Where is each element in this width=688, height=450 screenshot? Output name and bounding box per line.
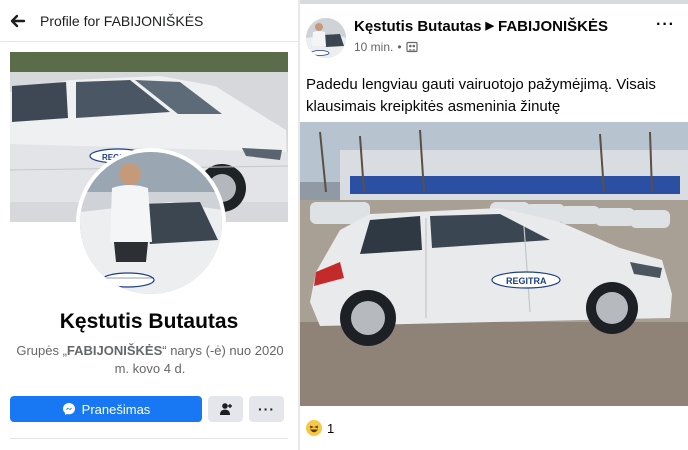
- section-divider: [10, 438, 288, 439]
- triangle-right-icon: ▶: [485, 20, 494, 32]
- post-meta: 10 min. •: [354, 40, 418, 54]
- reaction-count: 1: [327, 420, 335, 436]
- profile-picture-image: [80, 152, 222, 294]
- group-membership-info: Grupės „FABIJONIŠKĖS“ narys (-ė) nuo 202…: [14, 342, 286, 378]
- message-button-label: Pranešimas: [81, 401, 151, 417]
- more-options-button[interactable]: ···: [249, 396, 284, 422]
- post-author-line: Kęstutis Butautas ▶ FABIJONIŠKĖS: [354, 18, 608, 35]
- post-timestamp[interactable]: 10 min.: [354, 40, 393, 54]
- author-avatar[interactable]: [306, 18, 346, 58]
- arrow-left-icon: [10, 14, 26, 28]
- group-privacy-icon: [405, 41, 418, 53]
- add-friend-icon: [219, 403, 232, 415]
- group-post: Kęstutis Butautas ▶ FABIJONIŠKĖS 10 min. •…: [300, 0, 688, 450]
- post-group-name[interactable]: FABIJONIŠKĖS: [498, 18, 608, 35]
- post-author-name[interactable]: Kęstutis Butautas: [354, 18, 482, 35]
- message-button[interactable]: Pranešimas: [10, 396, 202, 422]
- post-more-button[interactable]: ···: [656, 16, 675, 34]
- post-photo-image: REGITRA: [300, 122, 688, 406]
- post-photo[interactable]: REGITRA: [300, 122, 688, 406]
- group-info-prefix: Grupės „: [16, 343, 67, 358]
- photo-logo-text: REGITRA: [506, 276, 547, 286]
- add-friend-button[interactable]: [208, 396, 243, 422]
- haha-reaction-icon: [306, 420, 322, 436]
- author-avatar-image: [306, 18, 346, 58]
- messenger-icon: [62, 403, 75, 415]
- group-info-group-name[interactable]: FABIJONIŠKĖS: [67, 343, 162, 358]
- profile-picture[interactable]: [76, 148, 226, 298]
- meta-separator: •: [397, 40, 402, 54]
- profile-name: Kęstutis Butautas: [59, 310, 239, 333]
- profile-panel: Profile for FABIJONIŠKĖS REGITRA: [0, 0, 298, 450]
- profile-header-title: Profile for FABIJONIŠKĖS: [40, 13, 204, 29]
- post-text: Padedu lengviau gauti vairuotojo pažymėj…: [306, 76, 656, 115]
- profile-header: Profile for FABIJONIŠKĖS: [0, 0, 298, 42]
- top-edge-strip: [300, 0, 688, 4]
- reaction-summary[interactable]: 1: [306, 420, 334, 436]
- back-button[interactable]: [8, 11, 28, 31]
